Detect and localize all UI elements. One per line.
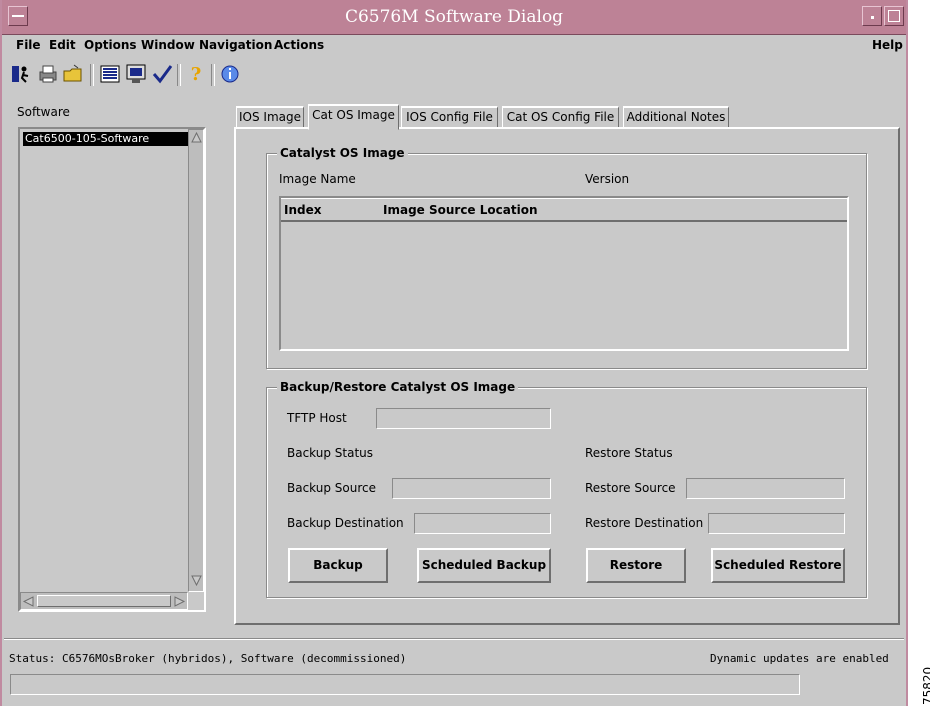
toolbar-separator [177,64,181,86]
restore-source-field[interactable] [686,478,845,499]
restore-status-label: Restore Status [585,446,673,460]
menu-help[interactable]: Help [872,38,903,52]
backup-destination-label: Backup Destination [287,516,404,530]
tftp-host-label: TFTP Host [287,411,347,425]
backup-button[interactable]: Backup [288,548,388,583]
toolbar-separator [211,64,215,86]
horizontal-scrollbar[interactable] [20,592,188,610]
window-title: C6576M Software Dialog [344,7,564,27]
menu-options[interactable]: Options [84,38,137,52]
list-icon[interactable] [99,63,121,85]
menu-edit[interactable]: Edit [49,38,76,52]
tab-panel: Catalyst OS Image Image Name Version Ind… [234,127,900,625]
backup-source-label: Backup Source [287,481,377,495]
backup-source-field[interactable] [392,478,551,499]
scheduled-backup-button[interactable]: Scheduled Backup [417,548,551,583]
image-name-label: Image Name [279,172,356,186]
menu-navigation[interactable]: Navigation [199,38,272,52]
toolbar-separator [90,64,94,86]
minimize-button[interactable] [862,6,882,26]
info-icon[interactable] [219,63,241,85]
maximize-icon [888,10,900,22]
column-header-index[interactable]: Index [284,203,321,217]
restore-destination-field[interactable] [708,513,845,534]
scroll-left-icon[interactable] [22,596,34,610]
menu-window[interactable]: Window [141,38,195,52]
column-header-image-source-location[interactable]: Image Source Location [383,203,538,217]
version-label: Version [585,172,630,186]
scheduled-restore-button[interactable]: Scheduled Restore [711,548,845,583]
sidebar-label: Software [17,105,70,119]
progress-field [10,674,800,695]
backup-group-title: Backup/Restore Catalyst OS Image [277,380,519,394]
status-divider [4,638,904,640]
restore-destination-label: Restore Destination [585,516,704,530]
tab-additional-notes[interactable]: Additional Notes [623,106,729,128]
open-folder-icon[interactable] [62,63,84,85]
maximize-button[interactable] [884,6,904,26]
software-tree[interactable]: Cat6500-105-Software [18,127,206,612]
image-table[interactable]: Index Image Source Location [279,196,849,351]
monitor-icon[interactable] [125,63,147,85]
scroll-thumb[interactable] [37,595,171,607]
menu-bar: File Edit Options Window Navigation Acti… [4,35,904,57]
dynamic-updates-text: Dynamic updates are enabled [710,652,889,665]
menu-file[interactable]: File [16,38,41,52]
status-text: Status: C6576MOsBroker (hybridos), Softw… [9,652,407,665]
figure-number: 75820 [921,666,930,705]
toolbar: ? [4,60,904,90]
figure-number-container: 75820 [893,660,930,706]
check-icon[interactable] [151,63,173,85]
tab-ios-image[interactable]: IOS Image [236,106,304,128]
tab-cat-os-image[interactable]: Cat OS Image [308,104,399,130]
menu-actions[interactable]: Actions [274,38,324,52]
backup-destination-field[interactable] [414,513,551,534]
restore-source-label: Restore Source [585,481,676,495]
tftp-host-field[interactable] [376,408,551,429]
restore-button[interactable]: Restore [586,548,686,583]
title-bar[interactable]: C6576M Software Dialog [2,0,906,35]
table-header: Index Image Source Location [281,198,847,222]
scroll-down-icon[interactable] [191,575,202,589]
app-window: C6576M Software Dialog File Edit Options… [0,0,908,706]
scroll-up-icon[interactable] [191,131,202,146]
tab-cat-os-config-file[interactable]: Cat OS Config File [502,106,619,128]
scroll-right-icon[interactable] [174,596,186,610]
exit-icon[interactable] [10,63,32,85]
print-icon[interactable] [37,63,59,85]
catos-group-title: Catalyst OS Image [277,146,408,160]
list-item[interactable]: Cat6500-105-Software [23,132,188,146]
tab-ios-config-file[interactable]: IOS Config File [401,106,498,128]
vertical-scrollbar[interactable] [188,129,204,592]
backup-status-label: Backup Status [287,446,374,460]
help-icon[interactable]: ? [185,63,207,85]
minimize-icon [871,16,874,19]
